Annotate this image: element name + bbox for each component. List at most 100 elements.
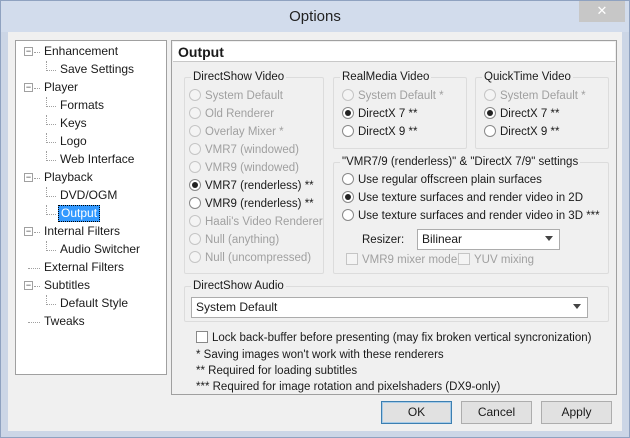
tree-item-subtitles[interactable]: Subtitles — [42, 277, 92, 294]
tree-item-enhancement[interactable]: Enhancement — [42, 43, 120, 60]
group-title: "VMR7/9 (renderless)" & "DirectX 7/9" se… — [340, 155, 581, 169]
radio-label: VMR9 (renderless) ** — [205, 198, 314, 210]
tree-connector — [46, 124, 56, 125]
tree-item-player[interactable]: Player — [42, 79, 80, 96]
radio-button — [342, 173, 354, 185]
radio-haali-s-video-renderer[interactable]: Haali's Video Renderer — [189, 213, 323, 231]
radio-directx-9[interactable]: DirectX 9 ** — [484, 123, 559, 141]
checkbox-label: YUV mixing — [474, 254, 535, 266]
radio-button — [342, 125, 354, 137]
yuv-mixing-checkbox[interactable]: YUV mixing — [458, 251, 534, 269]
realmedia-video-group: RealMedia Video System Default * DirectX … — [333, 70, 467, 149]
radio-button — [484, 89, 496, 101]
radio-button — [189, 89, 201, 101]
chevron-down-icon — [545, 236, 553, 241]
radio-label: DirectX 7 ** — [500, 108, 560, 120]
tree-item-save-settings[interactable]: Save Settings — [58, 61, 136, 78]
radio-null-anything[interactable]: Null (anything) — [189, 231, 279, 249]
radio-overlay-mixer[interactable]: Overlay Mixer * — [189, 123, 284, 141]
radio-button — [189, 107, 201, 119]
radio-label: Null (uncompressed) — [205, 252, 312, 264]
ok-button[interactable]: OK — [381, 401, 452, 424]
tree-connector — [34, 232, 40, 233]
options-tree[interactable]: − Enhancement Save Settings − Player Formats K… — [15, 40, 167, 375]
radio-null-uncompressed[interactable]: Null (uncompressed) — [189, 249, 311, 267]
tree-item-dvd-ogm[interactable]: DVD/OGM — [58, 187, 119, 204]
radio-button — [189, 125, 201, 137]
radio-directx-7[interactable]: DirectX 7 ** — [484, 105, 559, 123]
tree-connector — [46, 133, 47, 143]
tree-item-output[interactable]: Output — [58, 205, 101, 222]
radio-button — [342, 107, 354, 119]
radio-button — [189, 143, 201, 155]
directshow-audio-group: DirectShow Audio System Default — [184, 279, 609, 322]
tree-connector — [28, 322, 40, 323]
tree-connector — [46, 214, 56, 215]
radio-use-texture-surfaces-and-render-video-in-2d[interactable]: Use texture surfaces and render video in… — [342, 189, 583, 207]
radio-vmr7-windowed[interactable]: VMR7 (windowed) — [189, 141, 299, 159]
tree-item-tweaks[interactable]: Tweaks — [42, 313, 87, 330]
cancel-button[interactable]: Cancel — [461, 401, 532, 424]
radio-old-renderer[interactable]: Old Renderer — [189, 105, 274, 123]
vmr-settings-group: "VMR7/9 (renderless)" & "DirectX 7/9" se… — [333, 155, 609, 274]
tree-connector — [46, 70, 56, 71]
radio-button — [342, 191, 354, 203]
collapse-icon[interactable]: − — [24, 173, 33, 182]
dialog-client: − Enhancement Save Settings − Player Formats K… — [8, 32, 622, 431]
radio-button — [189, 161, 201, 173]
radio-label: Haali's Video Renderer — [205, 216, 323, 228]
window-title: Options — [289, 8, 341, 25]
collapse-icon[interactable]: − — [24, 83, 33, 92]
radio-button — [189, 179, 201, 191]
chevron-down-icon — [573, 304, 581, 309]
tree-item-audio-switcher[interactable]: Audio Switcher — [58, 241, 142, 258]
radio-label: DirectX 9 ** — [358, 126, 418, 138]
collapse-icon[interactable]: − — [24, 227, 33, 236]
radio-label: System Default — [205, 90, 283, 102]
radio-directx-7[interactable]: DirectX 7 ** — [342, 105, 417, 123]
radio-label: VMR7 (renderless) ** — [205, 180, 314, 192]
tree-connector — [46, 241, 47, 251]
tree-item-logo[interactable]: Logo — [58, 133, 89, 150]
radio-system-default[interactable]: System Default — [189, 87, 283, 105]
radio-vmr9-renderless[interactable]: VMR9 (renderless) ** — [189, 195, 314, 213]
radio-system-default[interactable]: System Default * — [342, 87, 444, 105]
tree-item-keys[interactable]: Keys — [58, 115, 89, 132]
tree-item-external-filters[interactable]: External Filters — [42, 259, 126, 276]
tree-item-internal-filters[interactable]: Internal Filters — [42, 223, 122, 240]
lock-backbuffer-checkbox[interactable]: Lock back-buffer before presenting (may … — [196, 329, 591, 347]
note-saving-images: * Saving images won't work with these re… — [196, 349, 444, 361]
note-rotation: *** Required for image rotation and pixe… — [196, 381, 501, 393]
radio-button — [189, 215, 201, 227]
radio-directx-9[interactable]: DirectX 9 ** — [342, 123, 417, 141]
tree-connector — [34, 52, 40, 53]
vmr9-mixer-mode-checkbox[interactable]: VMR9 mixer mode — [346, 251, 457, 269]
close-button[interactable]: ✕ — [579, 1, 625, 22]
tree-connector — [46, 115, 47, 125]
radio-vmr9-windowed[interactable]: VMR9 (windowed) — [189, 159, 299, 177]
tree-connector — [46, 142, 56, 143]
audio-renderer-select[interactable]: System Default — [191, 297, 588, 318]
tree-connector — [46, 304, 56, 305]
collapse-icon[interactable]: − — [24, 47, 33, 56]
tree-connector — [34, 178, 40, 179]
radio-label: System Default * — [358, 90, 444, 102]
tree-item-playback[interactable]: Playback — [42, 169, 95, 186]
tree-item-formats[interactable]: Formats — [58, 97, 106, 114]
tree-item-default-style[interactable]: Default Style — [58, 295, 130, 312]
tree-item-web-interface[interactable]: Web Interface — [58, 151, 136, 168]
tree-connector — [28, 268, 40, 269]
collapse-icon[interactable]: − — [24, 281, 33, 290]
radio-use-regular-offscreen-plain-surfaces[interactable]: Use regular offscreen plain surfaces — [342, 171, 542, 189]
radio-button — [189, 251, 201, 263]
tree-connector — [34, 286, 40, 287]
group-title: DirectShow Audio — [191, 279, 286, 293]
radio-vmr7-renderless[interactable]: VMR7 (renderless) ** — [189, 177, 314, 195]
tree-connector — [46, 151, 47, 161]
checkbox-label: Lock back-buffer before presenting (may … — [212, 332, 592, 344]
resizer-select[interactable]: Bilinear — [417, 229, 560, 250]
radio-system-default[interactable]: System Default * — [484, 87, 586, 105]
page-title: Output — [173, 42, 615, 62]
radio-use-texture-surfaces-and-render-video-in-3d[interactable]: Use texture surfaces and render video in… — [342, 207, 600, 225]
apply-button[interactable]: Apply — [541, 401, 612, 424]
